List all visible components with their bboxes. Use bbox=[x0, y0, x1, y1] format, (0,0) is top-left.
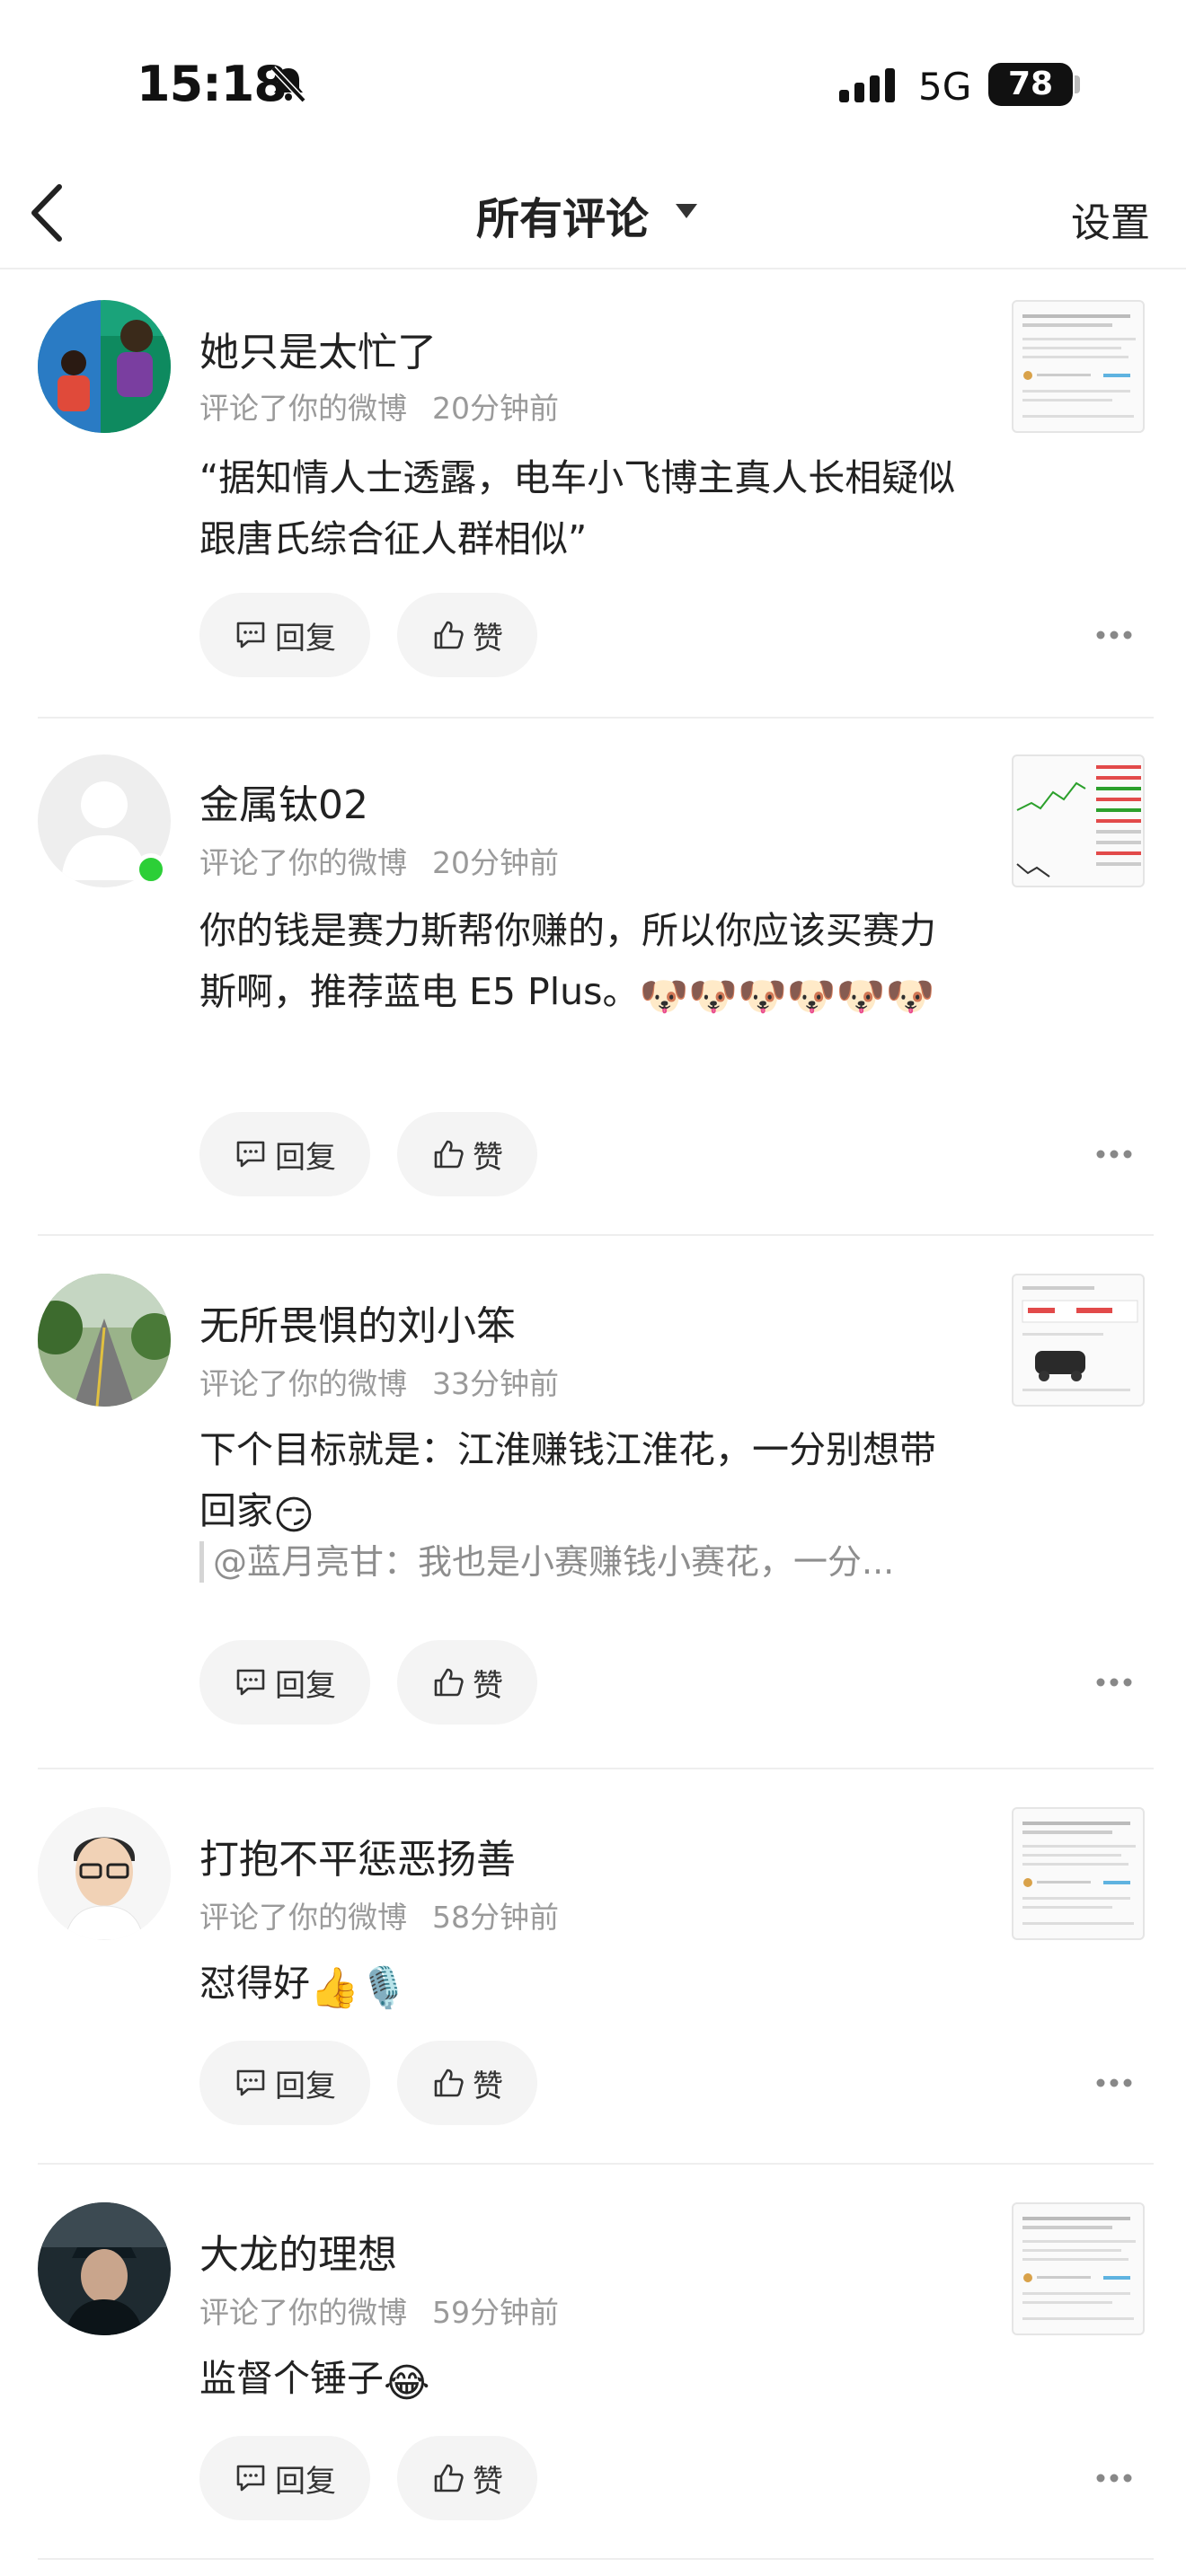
thumbs-up-emoji: 👍🎙️ bbox=[310, 1965, 409, 2011]
comment-action: 评论了你的微博 bbox=[199, 391, 407, 426]
comment-list: 她只是太忙了 评论了你的微博 20分钟前 “据知情人士透露，电车小飞博主真人长相疑… bbox=[0, 269, 1186, 2560]
comment-icon bbox=[236, 622, 265, 648]
comment-action: 评论了你的微博 bbox=[199, 1900, 407, 1935]
comment-meta: 评论了你的微博 33分钟前 bbox=[199, 1360, 584, 1403]
comment-icon bbox=[236, 1669, 265, 1696]
more-icon[interactable] bbox=[1094, 1676, 1134, 1689]
reply-label: 回复 bbox=[275, 620, 336, 657]
reply-label: 回复 bbox=[275, 1139, 336, 1176]
smirk-emoji: 😏 bbox=[273, 1493, 314, 1539]
comment-action: 评论了你的微博 bbox=[199, 1366, 407, 1401]
avatar[interactable] bbox=[38, 1274, 171, 1407]
thumbs-up-icon bbox=[434, 621, 464, 649]
reply-button[interactable]: 回复 bbox=[199, 1640, 370, 1725]
like-label: 赞 bbox=[473, 1139, 503, 1176]
more-icon[interactable] bbox=[1094, 629, 1134, 641]
post-thumbnail[interactable] bbox=[1012, 2202, 1145, 2335]
page-title[interactable]: 所有评论 bbox=[476, 183, 649, 246]
settings-button[interactable]: 设置 bbox=[1071, 190, 1150, 248]
comment-icon bbox=[236, 2465, 265, 2492]
like-label: 赞 bbox=[473, 2463, 503, 2500]
network-label: 5G bbox=[918, 65, 972, 109]
more-icon[interactable] bbox=[1094, 2077, 1134, 2089]
comment-item: 打抱不平惩恶扬善 评论了你的微博 58分钟前 怼得好👍🎙️ 回复 赞 bbox=[0, 1769, 1186, 2165]
user-name[interactable]: 大龙的理想 bbox=[199, 2222, 397, 2280]
comment-item: 她只是太忙了 评论了你的微博 20分钟前 “据知情人士透露，电车小飞博主真人长相疑… bbox=[0, 269, 1186, 719]
user-name[interactable]: 无所畏惧的刘小笨 bbox=[199, 1293, 516, 1351]
comment-text: “据知情人士透露，电车小飞博主真人长相疑似跟唐氏综合征人群相似” bbox=[199, 456, 956, 560]
comment-meta: 评论了你的微博 20分钟前 bbox=[199, 384, 584, 428]
reply-button[interactable]: 回复 bbox=[199, 593, 370, 677]
comment-time: 59分钟前 bbox=[432, 2295, 559, 2330]
comment-action: 评论了你的微博 bbox=[199, 2295, 407, 2330]
reply-button[interactable]: 回复 bbox=[199, 2436, 370, 2520]
like-button[interactable]: 赞 bbox=[397, 593, 537, 677]
avatar[interactable] bbox=[38, 2202, 171, 2335]
like-button[interactable]: 赞 bbox=[397, 2041, 537, 2125]
user-name[interactable]: 她只是太忙了 bbox=[199, 320, 437, 377]
reply-button[interactable]: 回复 bbox=[199, 2041, 370, 2125]
comment-text: 监督个锤子😂 bbox=[199, 2348, 963, 2409]
comment-text-body: 监督个锤子 bbox=[199, 2357, 384, 2400]
status-bar: 15:18 5G 78 bbox=[0, 0, 1186, 162]
like-button[interactable]: 赞 bbox=[397, 1112, 537, 1196]
thumbs-up-icon bbox=[434, 2464, 464, 2492]
bell-slash-icon bbox=[270, 66, 306, 103]
comment-time: 20分钟前 bbox=[432, 391, 559, 426]
battery-cap bbox=[1075, 75, 1080, 93]
reply-label: 回复 bbox=[275, 2463, 336, 2500]
comment-time: 20分钟前 bbox=[432, 845, 559, 880]
laughing-emoji: 😂 bbox=[384, 2360, 430, 2406]
thumbs-up-icon bbox=[434, 2069, 464, 2097]
comment-meta: 评论了你的微博 20分钟前 bbox=[199, 839, 584, 882]
comment-item: 大龙的理想 评论了你的微博 59分钟前 监督个锤子😂 回复 赞 bbox=[0, 2165, 1186, 2560]
like-label: 赞 bbox=[473, 2068, 503, 2104]
like-button[interactable]: 赞 bbox=[397, 1640, 537, 1725]
comment-item: 无所畏惧的刘小笨 评论了你的微博 33分钟前 下个目标就是：江淮赚钱江淮花，一分别… bbox=[0, 1236, 1186, 1769]
reply-label: 回复 bbox=[275, 1667, 336, 1704]
reply-button[interactable]: 回复 bbox=[199, 1112, 370, 1196]
comment-item: 金属钛02 评论了你的微博 20分钟前 你的钱是赛力斯帮你赚的，所以你应该买赛力斯… bbox=[0, 719, 1186, 1236]
more-icon[interactable] bbox=[1094, 2472, 1134, 2484]
quoted-reply[interactable]: @蓝月亮甘：我也是小赛赚钱小赛花，一分... bbox=[199, 1541, 963, 1583]
back-arrow-icon[interactable] bbox=[27, 181, 66, 244]
thumbs-up-icon bbox=[434, 1668, 464, 1697]
post-thumbnail[interactable] bbox=[1012, 300, 1145, 433]
like-label: 赞 bbox=[473, 1667, 503, 1704]
avatar[interactable] bbox=[38, 1807, 171, 1940]
comment-text: 你的钱是赛力斯帮你赚的，所以你应该买赛力斯啊，推荐蓝电 E5 Plus。🐶🐶🐶🐶… bbox=[199, 900, 963, 1022]
reply-label: 回复 bbox=[275, 2068, 336, 2104]
avatar[interactable] bbox=[38, 300, 171, 433]
user-name[interactable]: 打抱不平惩恶扬善 bbox=[199, 1827, 516, 1884]
online-status-dot bbox=[135, 853, 167, 886]
post-thumbnail[interactable] bbox=[1012, 1807, 1145, 1940]
comment-text: 下个目标就是：江淮赚钱江淮花，一分别想带回家😏 bbox=[199, 1419, 963, 1541]
divider bbox=[38, 2558, 1154, 2560]
status-time: 15:18 bbox=[137, 56, 288, 112]
post-thumbnail[interactable] bbox=[1012, 1274, 1145, 1407]
battery-icon: 78 bbox=[988, 63, 1073, 106]
comment-action: 评论了你的微博 bbox=[199, 845, 407, 880]
more-icon[interactable] bbox=[1094, 1148, 1134, 1160]
nav-bar: 所有评论 设置 bbox=[0, 162, 1186, 269]
comment-text-body: 怼得好 bbox=[199, 1962, 310, 2005]
comment-time: 33分钟前 bbox=[432, 1366, 559, 1401]
like-label: 赞 bbox=[473, 620, 503, 657]
comment-text: 怼得好👍🎙️ bbox=[199, 1953, 963, 2014]
signal-icon bbox=[839, 68, 895, 102]
comment-icon bbox=[236, 1141, 265, 1168]
post-thumbnail[interactable] bbox=[1012, 754, 1145, 887]
comment-meta: 评论了你的微博 58分钟前 bbox=[199, 1893, 584, 1936]
like-button[interactable]: 赞 bbox=[397, 2436, 537, 2520]
user-name[interactable]: 金属钛02 bbox=[199, 772, 368, 830]
doge-emoji: 🐶🐶🐶🐶🐶🐶 bbox=[639, 974, 935, 1019]
comment-meta: 评论了你的微博 59分钟前 bbox=[199, 2289, 584, 2332]
caret-down-icon[interactable] bbox=[674, 201, 699, 221]
thumbs-up-icon bbox=[434, 1140, 464, 1169]
comment-icon bbox=[236, 2069, 265, 2096]
comment-time: 58分钟前 bbox=[432, 1900, 559, 1935]
